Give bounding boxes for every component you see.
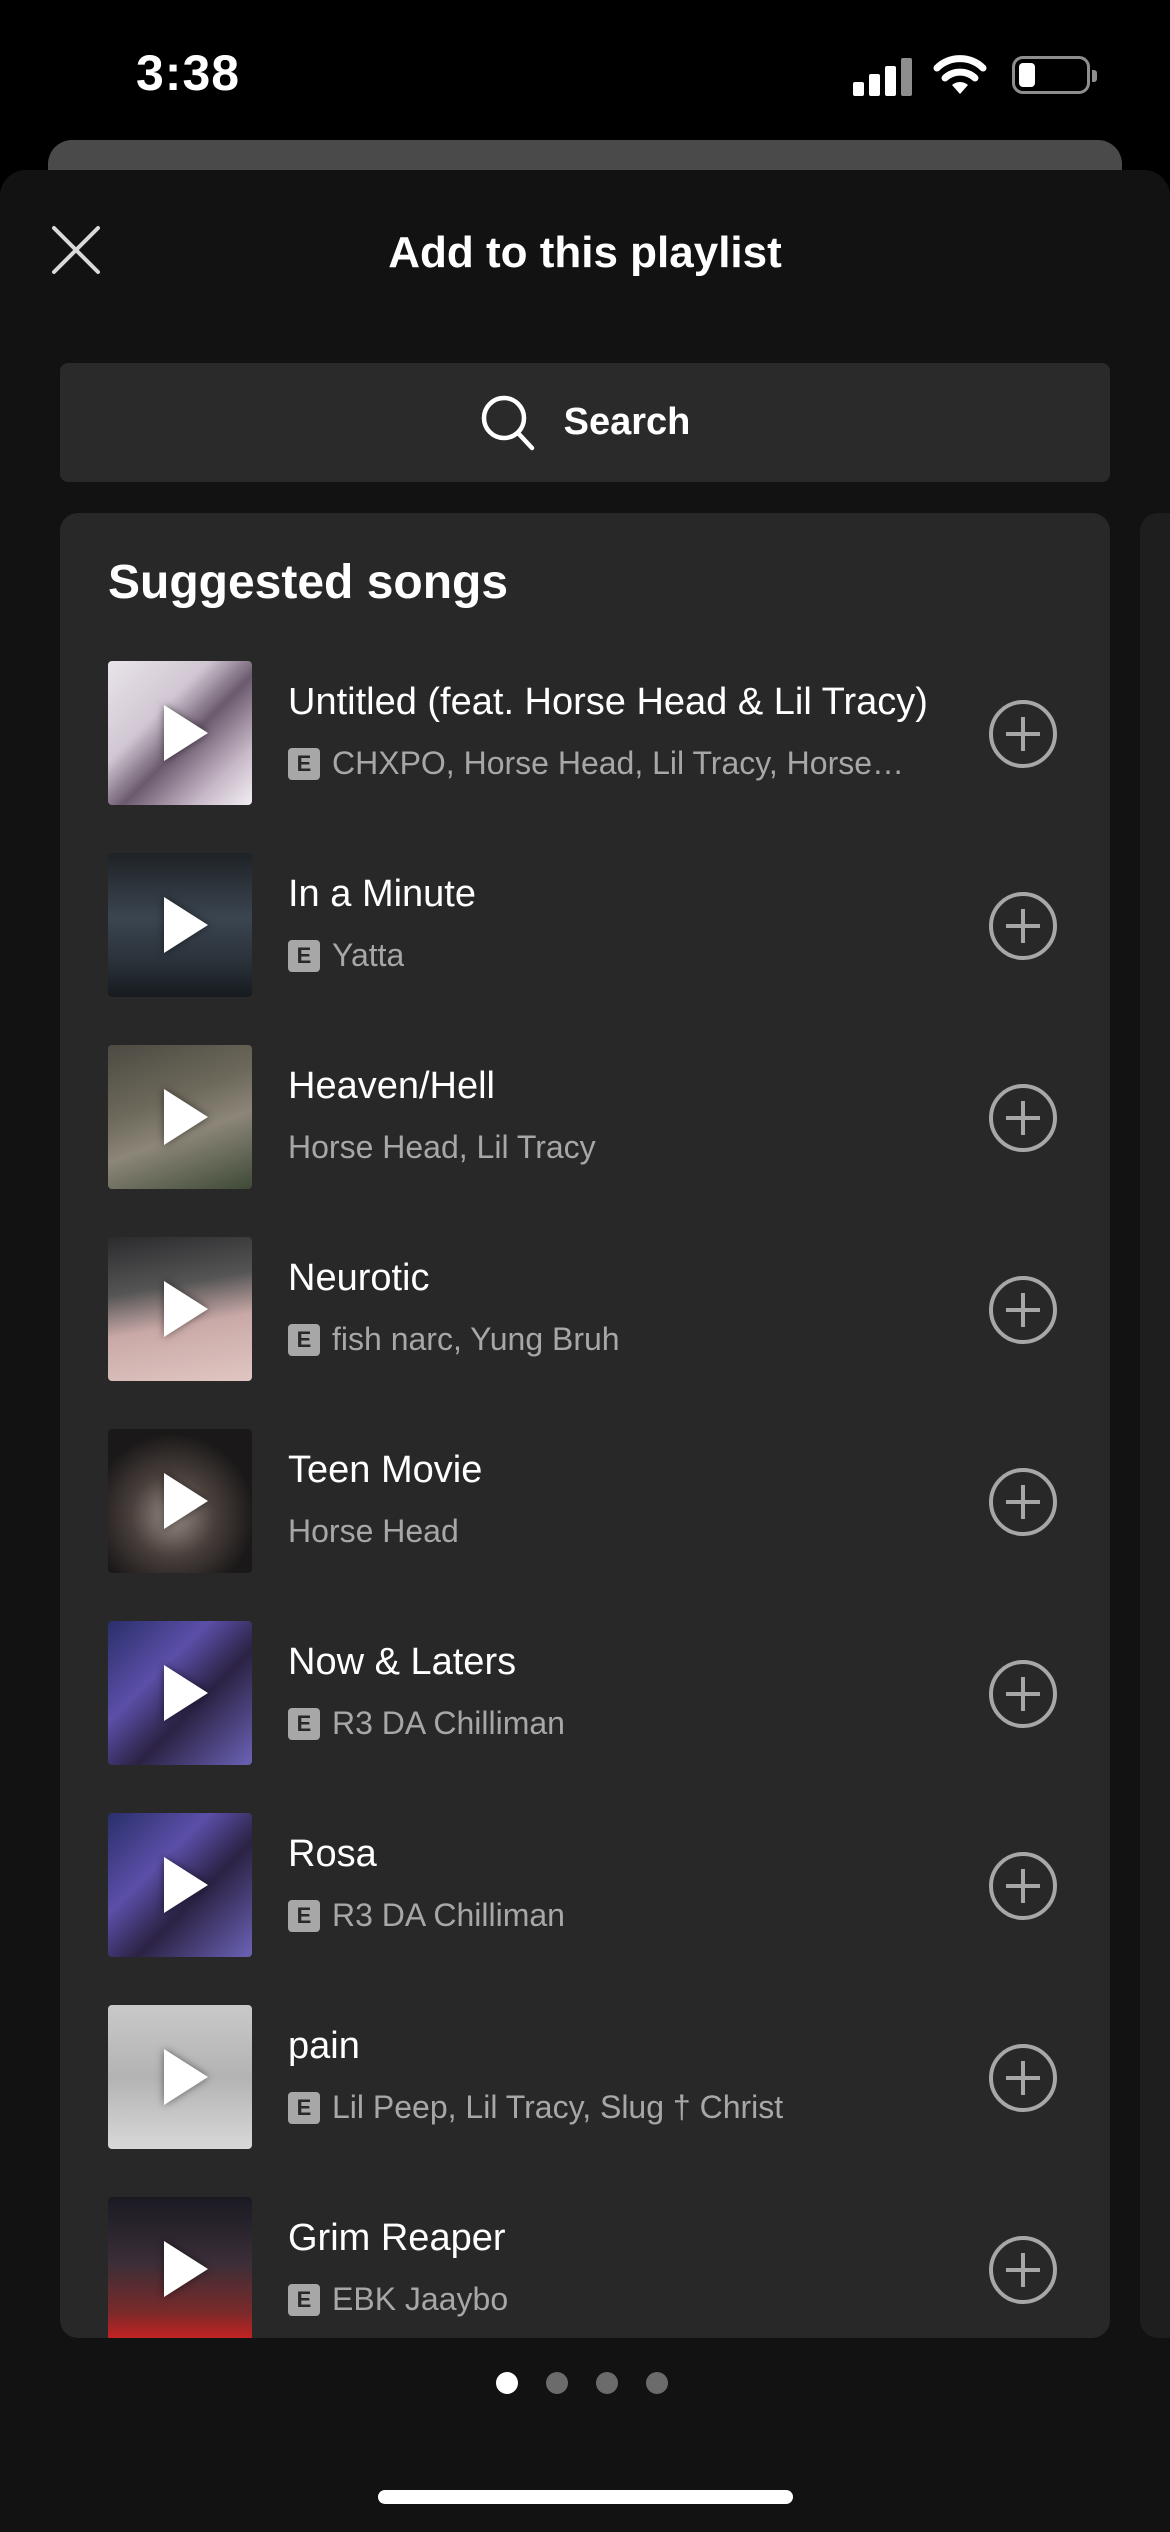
play-icon[interactable] [164, 1857, 208, 1913]
page-dot[interactable] [646, 2372, 668, 2394]
explicit-badge: E [288, 2091, 320, 2124]
song-row[interactable]: Grim Reaper E EBK Jaaybo [108, 2197, 1088, 2338]
page-dot[interactable] [546, 2372, 568, 2394]
play-icon[interactable] [164, 1281, 208, 1337]
song-title: Neurotic [288, 1257, 430, 1299]
song-title: Rosa [288, 1833, 377, 1875]
song-title: Grim Reaper [288, 2217, 506, 2259]
album-art[interactable] [108, 2005, 252, 2149]
add-circle-icon[interactable] [988, 2043, 1058, 2113]
add-circle-icon[interactable] [988, 1851, 1058, 1921]
home-indicator[interactable] [378, 2490, 793, 2504]
album-art[interactable] [108, 1429, 252, 1573]
song-row[interactable]: Teen Movie Horse Head [108, 1429, 1088, 1573]
add-circle-icon[interactable] [988, 891, 1058, 961]
album-art[interactable] [108, 2197, 252, 2338]
song-artists: E CHXPO, Horse Head, Lil Tracy, Horse… [288, 745, 978, 782]
status-time: 3:38 [136, 45, 241, 101]
section-title: Suggested songs [108, 556, 509, 609]
play-icon[interactable] [164, 2049, 208, 2105]
search-label: Search [563, 401, 691, 443]
add-circle-icon[interactable] [988, 1659, 1058, 1729]
album-art[interactable] [108, 661, 252, 805]
song-title: Now & Laters [288, 1641, 517, 1683]
song-artists: Horse Head [288, 1513, 459, 1549]
song-artists: E Lil Peep, Lil Tracy, Slug † Christ [288, 2089, 978, 2126]
search-icon [481, 395, 534, 450]
suggested-songs-card: Suggested songs Untitled (feat. Horse He… [60, 513, 1110, 2338]
add-circle-icon[interactable] [988, 1275, 1058, 1345]
explicit-badge: E [288, 1323, 320, 1356]
album-art[interactable] [108, 1237, 252, 1381]
song-row[interactable]: Heaven/Hell Horse Head, Lil Tracy [108, 1045, 1088, 1189]
song-row[interactable]: Now & Laters E R3 DA Chilliman [108, 1621, 1088, 1765]
play-icon[interactable] [164, 1473, 208, 1529]
page-title: Add to this playlist [388, 228, 782, 277]
wifi-icon [933, 55, 987, 94]
play-icon[interactable] [164, 2241, 208, 2297]
song-artists: Horse Head, Lil Tracy [288, 1129, 596, 1165]
explicit-badge: E [288, 939, 320, 972]
song-row[interactable]: Rosa E R3 DA Chilliman [108, 1813, 1088, 1957]
song-title: Teen Movie [288, 1449, 483, 1491]
page-dot[interactable] [596, 2372, 618, 2394]
song-title: Untitled (feat. Horse Head & Lil Tracy) [288, 681, 928, 723]
song-title: In a Minute [288, 873, 476, 915]
next-suggestion-card-peek[interactable] [1140, 513, 1170, 2338]
song-title: pain [288, 2025, 360, 2067]
album-art[interactable] [108, 1045, 252, 1189]
play-icon[interactable] [164, 1665, 208, 1721]
song-title: Heaven/Hell [288, 1065, 495, 1107]
search-button[interactable]: Search [60, 363, 1110, 482]
status-bar: 3:38 [0, 0, 1170, 150]
song-artists: E EBK Jaaybo [288, 2281, 978, 2318]
cellular-signal-icon [853, 56, 913, 96]
page-dot-active[interactable] [496, 2372, 518, 2394]
play-icon[interactable] [164, 897, 208, 953]
add-circle-icon[interactable] [988, 1083, 1058, 1153]
album-art[interactable] [108, 1813, 252, 1957]
explicit-badge: E [288, 2283, 320, 2316]
song-artists: Efish narc, Yung Bruh [288, 1321, 978, 1358]
song-row[interactable]: In a Minute E Yatta [108, 853, 1088, 997]
song-artists: E R3 DA Chilliman [288, 1705, 978, 1742]
song-artists: E Yatta [288, 937, 978, 974]
explicit-badge: E [288, 1707, 320, 1740]
album-art[interactable] [108, 853, 252, 997]
song-row[interactable]: Untitled (feat. Horse Head & Lil Tracy) … [108, 661, 1088, 805]
song-artists: E R3 DA Chilliman [288, 1897, 978, 1934]
play-icon[interactable] [164, 1089, 208, 1145]
explicit-badge: E [288, 1899, 320, 1932]
song-row[interactable]: Neurotic Efish narc, Yung Bruh [108, 1237, 1088, 1381]
play-icon[interactable] [164, 705, 208, 761]
album-art[interactable] [108, 1621, 252, 1765]
explicit-badge: E [288, 747, 320, 780]
song-row[interactable]: pain E Lil Peep, Lil Tracy, Slug † Christ [108, 2005, 1088, 2149]
add-circle-icon[interactable] [988, 699, 1058, 769]
battery-icon [1012, 56, 1097, 94]
add-circle-icon[interactable] [988, 2235, 1058, 2305]
page-indicator [496, 2372, 676, 2396]
add-circle-icon[interactable] [988, 1467, 1058, 1537]
